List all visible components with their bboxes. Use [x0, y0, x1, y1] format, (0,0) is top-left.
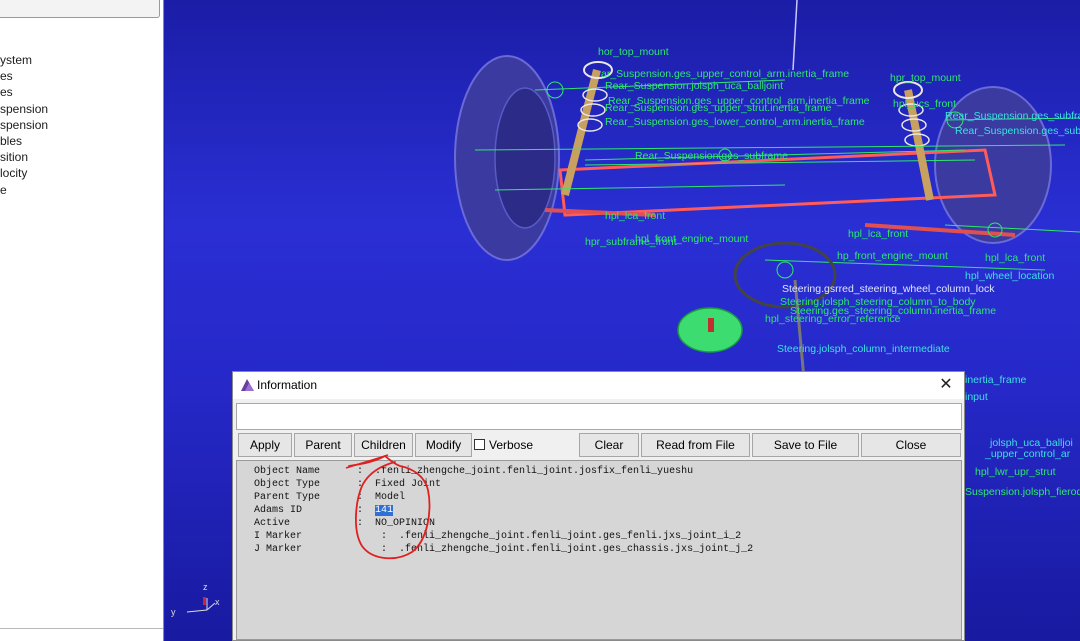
browser-filter-field[interactable] — [0, 0, 160, 18]
marker-label: hpl_lca_front — [848, 228, 909, 240]
tree-item[interactable]: bles — [0, 133, 48, 149]
axis-x-label: x — [215, 597, 220, 607]
marker-label: hpl_lwr_upr_strut — [975, 466, 1056, 478]
marker-label: inertia_frame — [965, 374, 1027, 386]
i-marker-value: .fenli_zhengche_joint.fenli_joint.ges_fe… — [399, 531, 742, 542]
apply-button[interactable]: Apply — [238, 433, 292, 457]
marker-label: input — [965, 391, 988, 403]
axis-y-label: y — [171, 607, 176, 617]
marker-label: ar_Suspension.ges_upper_control_arm.iner… — [601, 68, 850, 80]
marker-label: hpl_wheel_location — [965, 270, 1055, 282]
parent-type-row: Parent Type: Model — [254, 492, 406, 503]
parent-type-key: Parent Type — [254, 492, 321, 503]
read-from-file-button[interactable]: Read from File — [641, 433, 750, 457]
close-icon[interactable]: ✕ — [936, 375, 956, 395]
adams-id-row: Adams ID: 141 — [254, 505, 394, 516]
tree-item[interactable]: locity — [0, 165, 48, 181]
object-type-row: Object Type: Fixed Joint — [254, 479, 442, 490]
marker-label: hor_top_mount — [598, 46, 669, 58]
i-marker-row: I Marker : .fenli_zhengche_joint.fenli_j… — [254, 531, 742, 542]
tree-item[interactable]: e — [0, 182, 48, 198]
marker-label: Rear_Suspension.ges_subframe — [945, 110, 1080, 122]
children-button[interactable]: Children — [354, 433, 413, 457]
tree-item[interactable]: spension — [0, 117, 48, 133]
information-dialog: Information ✕ Apply Parent Children Modi… — [232, 371, 965, 641]
marker-label: Steering.jolsph_column_intermediate — [777, 343, 950, 355]
j-marker-row: J Marker : .fenli_zhengche_joint.fenli_j… — [254, 544, 754, 555]
model-tree: ystem es es spension spension bles sition locit… — [0, 52, 48, 198]
parent-type-value: Model — [375, 492, 406, 503]
marker-label: hpl_ucs_front — [893, 98, 957, 110]
marker-label: hpl_front_engine_mount — [635, 233, 749, 245]
tree-item[interactable]: spension — [0, 101, 48, 117]
object-query-field[interactable] — [236, 403, 962, 430]
dialog-title: Information — [257, 378, 318, 392]
object-name-row: Object Name: .fenli_zhengche_joint.fenli… — [254, 466, 694, 477]
tree-item[interactable]: es — [0, 68, 48, 84]
marker-label: _upper_control_ar — [985, 448, 1071, 460]
dialog-titlebar[interactable]: Information ✕ — [233, 372, 964, 399]
object-name-key: Object Name — [254, 466, 321, 477]
object-type-key: Object Type — [254, 479, 321, 490]
active-key: Active — [254, 518, 291, 529]
marker-label: hpr_top_mount — [890, 72, 961, 84]
clear-button[interactable]: Clear — [579, 433, 639, 457]
adams-app-icon — [241, 379, 254, 391]
info-output-area[interactable]: Object Name: .fenli_zhengche_joint.fenli… — [236, 460, 962, 640]
j-marker-key: J Marker — [254, 544, 303, 555]
object-type-value: Fixed Joint — [375, 479, 442, 490]
marker-label: Rear_Suspension.jolsph_uca_balljoint — [605, 80, 784, 92]
verbose-checkbox-box[interactable] — [474, 439, 485, 450]
verbose-checkbox[interactable]: Verbose — [474, 434, 533, 456]
axis-z-label: z — [203, 582, 208, 592]
active-row: Active: NO_OPINION — [254, 518, 436, 529]
tree-item[interactable]: es — [0, 84, 48, 100]
marker-label: Rear_Suspension.ges_lower_control_arm.in… — [605, 116, 865, 128]
marker-label: hpl_lca_front — [605, 210, 666, 222]
model-browser-panel: ystem es es spension spension bles sition locit… — [0, 0, 164, 641]
marker-label: Steering.gsrred_steering_wheel_column_lo… — [782, 283, 995, 295]
adams-id-key: Adams ID — [254, 505, 303, 516]
object-name-value: .fenli_zhengche_joint.fenli_joint.josfix… — [375, 466, 694, 477]
marker-label: Suspension.jolsph_fierod — [965, 486, 1080, 498]
marker-label: hpl_steering_error_reference — [765, 313, 901, 325]
adams-id-value: 141 — [375, 505, 394, 516]
verbose-label: Verbose — [489, 438, 534, 452]
marker-label: Rear_Suspension.ges_upper_strut.inertia_… — [605, 102, 832, 114]
axis-triad — [186, 598, 216, 613]
panel-divider — [0, 628, 163, 629]
close-button[interactable]: Close — [861, 433, 961, 457]
save-to-file-button[interactable]: Save to File — [752, 433, 859, 457]
marker-label: hp_front_engine_mount — [837, 250, 948, 262]
tree-item[interactable]: ystem — [0, 52, 48, 68]
marker-label: Rear_Suspension.ges_subframe — [635, 150, 788, 162]
parent-button[interactable]: Parent — [294, 433, 352, 457]
i-marker-key: I Marker — [254, 531, 303, 542]
tree-item[interactable]: sition — [0, 149, 48, 165]
marker-label: hpl_lca_front — [985, 252, 1046, 264]
modify-button[interactable]: Modify — [415, 433, 472, 457]
j-marker-value: .fenli_zhengche_joint.fenli_joint.ges_ch… — [399, 544, 754, 555]
active-value: NO_OPINION — [375, 518, 436, 529]
marker-label: Rear_Suspension.ges_subframe.upperstr — [955, 125, 1080, 137]
